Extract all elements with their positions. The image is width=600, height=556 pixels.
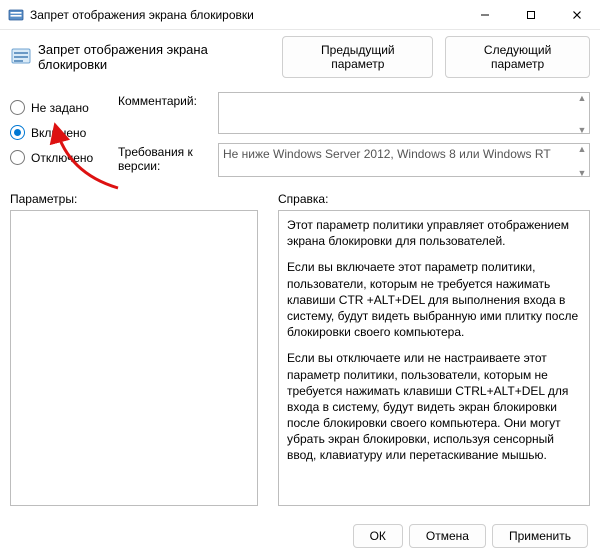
- radio-icon: [10, 100, 25, 115]
- radio-label: Отключено: [31, 151, 93, 165]
- right-fields: Комментарий: ▲▼ Требования к версии: ▲▼: [118, 92, 590, 186]
- close-button[interactable]: [554, 0, 600, 29]
- options-panel: [10, 210, 258, 506]
- minimize-button[interactable]: [462, 0, 508, 29]
- help-panel: Этот параметр политики управляет отображ…: [278, 210, 590, 506]
- radio-label: Не задано: [31, 101, 89, 115]
- help-label: Справка:: [278, 192, 590, 206]
- options-label: Параметры:: [10, 192, 258, 206]
- gpo-app-icon: [8, 7, 24, 23]
- supported-on-textarea: [218, 143, 590, 177]
- header-row: Запрет отображения экрана блокировки Пре…: [0, 30, 600, 86]
- radio-not-configured[interactable]: Не задано: [10, 100, 118, 115]
- maximize-button[interactable]: [508, 0, 554, 29]
- state-radio-group: Не задано Включено Отключено: [10, 92, 118, 175]
- next-setting-button[interactable]: Следующий параметр: [445, 36, 590, 78]
- apply-button[interactable]: Применить: [492, 524, 588, 548]
- ok-button[interactable]: ОК: [353, 524, 403, 548]
- previous-setting-button[interactable]: Предыдущий параметр: [282, 36, 433, 78]
- radio-label: Включено: [31, 126, 86, 140]
- footer: ОК Отмена Применить: [0, 516, 600, 556]
- radio-icon: [10, 150, 25, 165]
- setting-title: Запрет отображения экрана блокировки: [38, 42, 270, 72]
- cancel-button[interactable]: Отмена: [409, 524, 486, 548]
- supported-label: Требования к версии:: [118, 143, 218, 173]
- radio-icon: [10, 125, 25, 140]
- comment-label: Комментарий:: [118, 92, 218, 108]
- help-paragraph: Если вы отключаете или не настраиваете э…: [287, 350, 581, 463]
- help-paragraph: Если вы включаете этот параметр политики…: [287, 259, 581, 340]
- policy-setting-icon: [10, 46, 32, 68]
- radio-disabled[interactable]: Отключено: [10, 150, 118, 165]
- window-controls: [462, 0, 600, 29]
- body-area: Не задано Включено Отключено Комментарий…: [0, 86, 600, 186]
- comment-textarea[interactable]: [218, 92, 590, 134]
- radio-enabled[interactable]: Включено: [10, 125, 118, 140]
- window-title: Запрет отображения экрана блокировки: [30, 8, 462, 22]
- titlebar: Запрет отображения экрана блокировки: [0, 0, 600, 30]
- lower-area: Параметры: Справка: Этот параметр полити…: [0, 186, 600, 506]
- help-paragraph: Этот параметр политики управляет отображ…: [287, 217, 581, 249]
